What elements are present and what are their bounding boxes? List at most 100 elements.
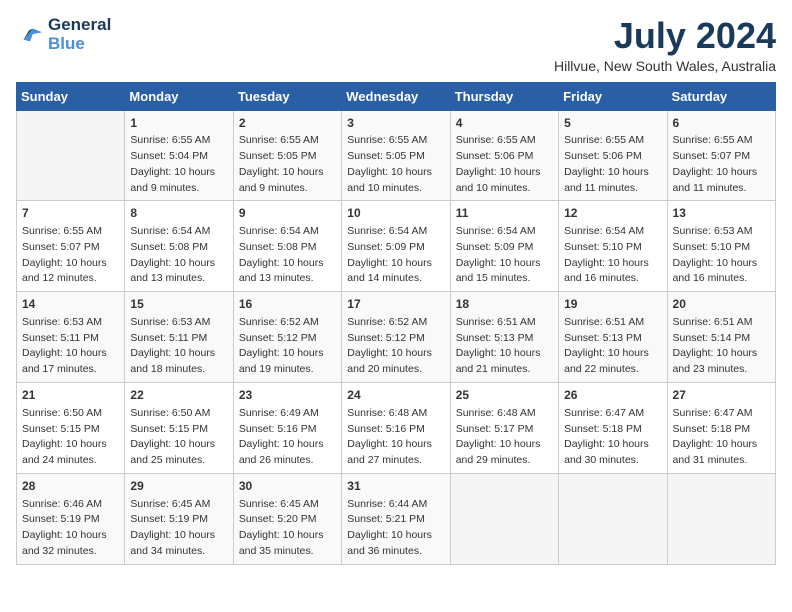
day-content: 21Sunrise: 6:50 AMSunset: 5:15 PMDayligh… (22, 387, 119, 469)
day-content: 6Sunrise: 6:55 AMSunset: 5:07 PMDaylight… (673, 115, 770, 197)
calendar-cell: 1Sunrise: 6:55 AMSunset: 5:04 PMDaylight… (125, 110, 233, 201)
calendar-cell: 11Sunrise: 6:54 AMSunset: 5:09 PMDayligh… (450, 201, 558, 292)
day-number: 31 (347, 478, 444, 495)
day-content: 29Sunrise: 6:45 AMSunset: 5:19 PMDayligh… (130, 478, 227, 560)
week-row-1: 1Sunrise: 6:55 AMSunset: 5:04 PMDaylight… (17, 110, 776, 201)
logo: General Blue (16, 16, 111, 53)
calendar-cell: 3Sunrise: 6:55 AMSunset: 5:05 PMDaylight… (342, 110, 450, 201)
day-info: Sunrise: 6:45 AMSunset: 5:19 PMDaylight:… (130, 497, 227, 560)
calendar-cell: 17Sunrise: 6:52 AMSunset: 5:12 PMDayligh… (342, 292, 450, 383)
calendar-cell: 31 Sunrise: 6:44 AMSunset: 5:21 PMDayligh… (342, 473, 450, 564)
calendar-cell (667, 473, 775, 564)
week-row-3: 14Sunrise: 6:53 AMSunset: 5:11 PMDayligh… (17, 292, 776, 383)
day-content: 26 Sunrise: 6:47 AMSunset: 5:18 PMDayligh… (564, 387, 661, 469)
day-number: 7 (22, 205, 119, 222)
day-content: 19Sunrise: 6:51 AMSunset: 5:13 PMDayligh… (564, 296, 661, 378)
day-number: 12 (564, 205, 661, 222)
page-title: July 2024 (554, 16, 776, 56)
calendar-cell: 23Sunrise: 6:49 AMSunset: 5:16 PMDayligh… (233, 382, 341, 473)
day-info: Sunrise: 6:44 AMSunset: 5:21 PMDaylight:… (347, 497, 444, 560)
day-number: 25 (456, 387, 553, 404)
calendar-cell: 10Sunrise: 6:54 AMSunset: 5:09 PMDayligh… (342, 201, 450, 292)
day-content: 28Sunrise: 6:46 AMSunset: 5:19 PMDayligh… (22, 478, 119, 560)
day-content: 18Sunrise: 6:51 AMSunset: 5:13 PMDayligh… (456, 296, 553, 378)
weekday-header-saturday: Saturday (667, 82, 775, 110)
week-row-2: 7Sunrise: 6:55 AMSunset: 5:07 PMDaylight… (17, 201, 776, 292)
day-content: 9Sunrise: 6:54 AMSunset: 5:08 PMDaylight… (239, 205, 336, 287)
weekday-header-tuesday: Tuesday (233, 82, 341, 110)
day-info: Sunrise: 6:55 AMSunset: 5:06 PMDaylight:… (564, 133, 661, 196)
day-number: 14 (22, 296, 119, 313)
calendar-cell: 28Sunrise: 6:46 AMSunset: 5:19 PMDayligh… (17, 473, 125, 564)
weekday-header-wednesday: Wednesday (342, 82, 450, 110)
day-number: 24 (347, 387, 444, 404)
day-content: 12 Sunrise: 6:54 AMSunset: 5:10 PMDayligh… (564, 205, 661, 287)
day-info: Sunrise: 6:54 AMSunset: 5:10 PMDaylight:… (564, 224, 661, 287)
calendar-cell: 5Sunrise: 6:55 AMSunset: 5:06 PMDaylight… (559, 110, 667, 201)
day-info: Sunrise: 6:50 AMSunset: 5:15 PMDaylight:… (22, 406, 119, 469)
calendar-cell (17, 110, 125, 201)
day-number: 28 (22, 478, 119, 495)
day-number: 30 (239, 478, 336, 495)
day-number: 17 (347, 296, 444, 313)
calendar-table: SundayMondayTuesdayWednesdayThursdayFrid… (16, 82, 776, 565)
day-number: 9 (239, 205, 336, 222)
day-content: 16 Sunrise: 6:52 AMSunset: 5:12 PMDayligh… (239, 296, 336, 378)
weekday-header-thursday: Thursday (450, 82, 558, 110)
week-row-5: 28Sunrise: 6:46 AMSunset: 5:19 PMDayligh… (17, 473, 776, 564)
day-content: 24Sunrise: 6:48 AMSunset: 5:16 PMDayligh… (347, 387, 444, 469)
page-subtitle: Hillvue, New South Wales, Australia (554, 58, 776, 74)
day-info: Sunrise: 6:55 AMSunset: 5:05 PMDaylight:… (347, 133, 444, 196)
day-content: 20Sunrise: 6:51 AMSunset: 5:14 PMDayligh… (673, 296, 770, 378)
day-info: Sunrise: 6:45 AMSunset: 5:20 PMDaylight:… (239, 497, 336, 560)
day-number: 15 (130, 296, 227, 313)
calendar-cell: 9Sunrise: 6:54 AMSunset: 5:08 PMDaylight… (233, 201, 341, 292)
day-content: 14Sunrise: 6:53 AMSunset: 5:11 PMDayligh… (22, 296, 119, 378)
day-info: Sunrise: 6:52 AMSunset: 5:12 PMDaylight:… (239, 315, 336, 378)
day-number: 16 (239, 296, 336, 313)
title-block: July 2024 Hillvue, New South Wales, Aust… (554, 16, 776, 74)
day-content: 4Sunrise: 6:55 AMSunset: 5:06 PMDaylight… (456, 115, 553, 197)
calendar-cell: 18Sunrise: 6:51 AMSunset: 5:13 PMDayligh… (450, 292, 558, 383)
day-info: Sunrise: 6:49 AMSunset: 5:16 PMDaylight:… (239, 406, 336, 469)
calendar-cell: 6Sunrise: 6:55 AMSunset: 5:07 PMDaylight… (667, 110, 775, 201)
calendar-cell: 22Sunrise: 6:50 AMSunset: 5:15 PMDayligh… (125, 382, 233, 473)
calendar-cell: 8Sunrise: 6:54 AMSunset: 5:08 PMDaylight… (125, 201, 233, 292)
day-number: 2 (239, 115, 336, 132)
calendar-cell: 21Sunrise: 6:50 AMSunset: 5:15 PMDayligh… (17, 382, 125, 473)
day-info: Sunrise: 6:51 AMSunset: 5:13 PMDaylight:… (456, 315, 553, 378)
calendar-cell: 4Sunrise: 6:55 AMSunset: 5:06 PMDaylight… (450, 110, 558, 201)
day-number: 26 (564, 387, 661, 404)
day-content: 25Sunrise: 6:48 AMSunset: 5:17 PMDayligh… (456, 387, 553, 469)
day-info: Sunrise: 6:54 AMSunset: 5:09 PMDaylight:… (456, 224, 553, 287)
calendar-cell: 14Sunrise: 6:53 AMSunset: 5:11 PMDayligh… (17, 292, 125, 383)
day-info: Sunrise: 6:47 AMSunset: 5:18 PMDaylight:… (564, 406, 661, 469)
day-info: Sunrise: 6:54 AMSunset: 5:08 PMDaylight:… (130, 224, 227, 287)
day-info: Sunrise: 6:54 AMSunset: 5:09 PMDaylight:… (347, 224, 444, 287)
calendar-cell: 19Sunrise: 6:51 AMSunset: 5:13 PMDayligh… (559, 292, 667, 383)
weekday-header-sunday: Sunday (17, 82, 125, 110)
day-content: 22Sunrise: 6:50 AMSunset: 5:15 PMDayligh… (130, 387, 227, 469)
calendar-cell: 27Sunrise: 6:47 AMSunset: 5:18 PMDayligh… (667, 382, 775, 473)
day-number: 6 (673, 115, 770, 132)
day-info: Sunrise: 6:51 AMSunset: 5:13 PMDaylight:… (564, 315, 661, 378)
day-content: 31 Sunrise: 6:44 AMSunset: 5:21 PMDayligh… (347, 478, 444, 560)
logo-icon (16, 21, 44, 49)
day-content: 23Sunrise: 6:49 AMSunset: 5:16 PMDayligh… (239, 387, 336, 469)
day-content: 7Sunrise: 6:55 AMSunset: 5:07 PMDaylight… (22, 205, 119, 287)
calendar-cell (559, 473, 667, 564)
calendar-cell: 24Sunrise: 6:48 AMSunset: 5:16 PMDayligh… (342, 382, 450, 473)
day-content: 30 Sunrise: 6:45 AMSunset: 5:20 PMDayligh… (239, 478, 336, 560)
logo-text: General Blue (48, 16, 111, 53)
calendar-cell (450, 473, 558, 564)
day-content: 11Sunrise: 6:54 AMSunset: 5:09 PMDayligh… (456, 205, 553, 287)
day-content: 3Sunrise: 6:55 AMSunset: 5:05 PMDaylight… (347, 115, 444, 197)
day-content: 27Sunrise: 6:47 AMSunset: 5:18 PMDayligh… (673, 387, 770, 469)
day-info: Sunrise: 6:55 AMSunset: 5:06 PMDaylight:… (456, 133, 553, 196)
day-info: Sunrise: 6:55 AMSunset: 5:04 PMDaylight:… (130, 133, 227, 196)
day-info: Sunrise: 6:55 AMSunset: 5:05 PMDaylight:… (239, 133, 336, 196)
calendar-cell: 30 Sunrise: 6:45 AMSunset: 5:20 PMDayligh… (233, 473, 341, 564)
weekday-header-monday: Monday (125, 82, 233, 110)
calendar-cell: 7Sunrise: 6:55 AMSunset: 5:07 PMDaylight… (17, 201, 125, 292)
day-content: 17Sunrise: 6:52 AMSunset: 5:12 PMDayligh… (347, 296, 444, 378)
